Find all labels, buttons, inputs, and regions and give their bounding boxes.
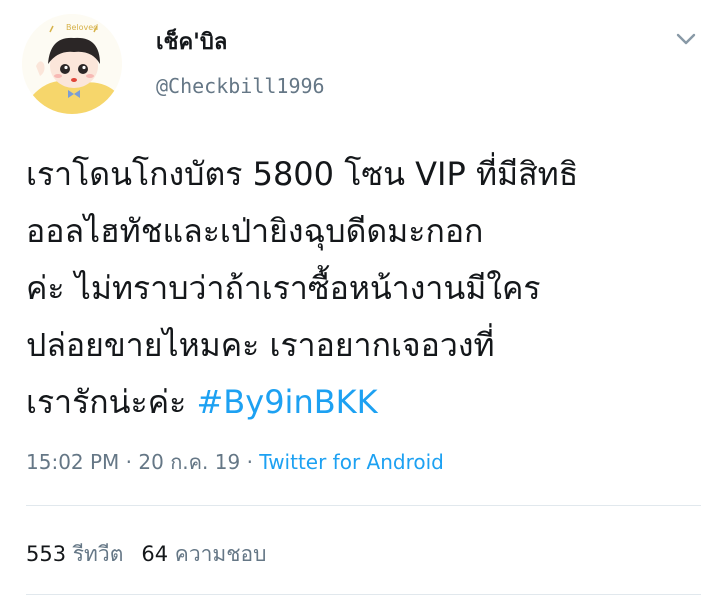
avatar[interactable]: Beloved	[22, 14, 122, 114]
tweet-line: ค่ะ ไม่ทราบว่าถ้าเราซื้อหน้างานมีใคร	[26, 269, 541, 307]
retweets-count: 553	[26, 542, 67, 566]
tweet-meta: 15:02 PM · 20 ก.ค. 19 · Twitter for Andr…	[26, 446, 444, 478]
tweet-source-link[interactable]: Twitter for Android	[259, 450, 444, 474]
avatar-caption: Beloved	[66, 23, 98, 32]
meta-separator: ·	[240, 450, 260, 474]
display-name[interactable]: เช็ค'บิล	[156, 24, 227, 59]
tweet-stats: 553 รีทวีต 64 ความชอบ	[26, 538, 266, 571]
hashtag-link[interactable]: #By9inBKK	[196, 383, 377, 421]
tweet-text: เราโดนโกงบัตร 5800 โซน VIP ที่มีสิทธิ ออ…	[26, 146, 706, 431]
likes-stat[interactable]: 64 ความชอบ	[141, 542, 266, 566]
retweets-stat[interactable]: 553 รีทวีต	[26, 542, 123, 566]
tweet-line: เรารักน่ะค่ะ #By9inBKK	[26, 374, 706, 431]
divider	[26, 505, 701, 506]
tweet-line: เราโดนโกงบัตร 5800 โซน VIP ที่มีสิทธิ	[26, 155, 579, 193]
tweet-date[interactable]: 20 ก.ค. 19	[138, 450, 240, 474]
user-handle[interactable]: @Checkbill1996	[156, 74, 325, 98]
likes-label: ความชอบ	[174, 542, 267, 566]
meta-separator: ·	[119, 450, 139, 474]
tweet-line: ปล่อยขายไหมคะ เราอยากเจอวงที่	[26, 326, 495, 364]
likes-count: 64	[141, 542, 169, 566]
divider	[26, 594, 701, 595]
retweets-label: รีทวีต	[72, 542, 124, 566]
avatar-illustration: Beloved	[22, 14, 122, 114]
tweet-line: ออลไฮทัชและเป่ายิงฉุบดีดมะกอก	[26, 212, 484, 250]
tweet-line-text: เรารักน่ะค่ะ	[26, 383, 197, 421]
chevron-down-icon[interactable]	[673, 26, 699, 52]
tweet-time: 15:02 PM	[26, 450, 120, 474]
